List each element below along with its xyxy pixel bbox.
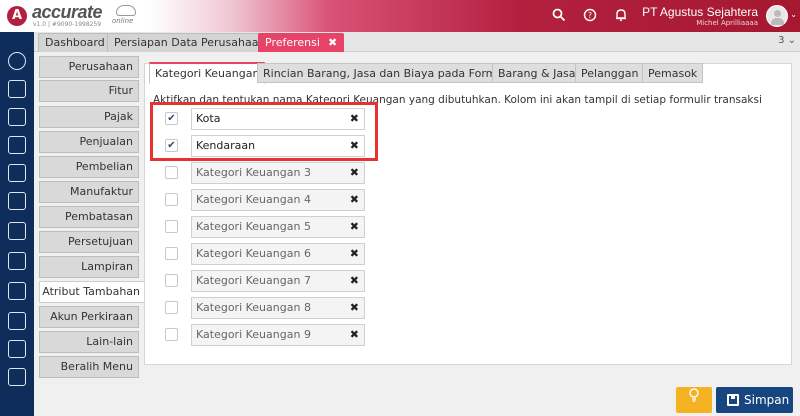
- category-checkbox[interactable]: [165, 274, 178, 287]
- sidebar-item-penjualan[interactable]: Penjualan: [39, 131, 139, 153]
- logo-mark: A: [7, 6, 27, 26]
- help-icon[interactable]: ?: [582, 8, 598, 24]
- sidebar-item-atribut-tambahan[interactable]: Atribut Tambahan: [39, 281, 146, 303]
- category-checkbox[interactable]: [165, 247, 178, 260]
- clear-icon[interactable]: ✖: [350, 325, 359, 345]
- category-checkbox[interactable]: [165, 328, 178, 341]
- settings-doc-icon[interactable]: [8, 368, 26, 386]
- tab-label: Persiapan Data Perusahaan: [114, 36, 266, 49]
- sidebar-item-perusahaan[interactable]: Perusahaan: [39, 56, 139, 78]
- building-icon[interactable]: [8, 108, 26, 126]
- tab-barang-jasa[interactable]: Barang & Jasa: [492, 63, 582, 83]
- company-name[interactable]: PT Agustus Sejahtera: [642, 5, 758, 19]
- version-text: v1.0 | #9090-1998259: [33, 21, 102, 28]
- category-checkbox[interactable]: [165, 220, 178, 233]
- warehouse-icon[interactable]: [8, 164, 26, 182]
- bank-icon[interactable]: [8, 80, 26, 98]
- tab-preferensi[interactable]: Preferensi ✖: [258, 33, 345, 52]
- sidebar-item-lampiran[interactable]: Lampiran: [39, 256, 139, 278]
- list-item: Kategori Keuangan 8 ✖: [153, 297, 383, 319]
- clear-icon[interactable]: ✖: [350, 298, 359, 318]
- sidebar-item-akun-perkiraan[interactable]: Akun Perkiraan: [39, 306, 139, 328]
- tab-rincian-barang[interactable]: Rincian Barang, Jasa dan Biaya pada Form…: [257, 63, 520, 83]
- sidebar-item-manufaktur[interactable]: Manufaktur: [39, 181, 139, 203]
- icon-sidebar: [0, 32, 34, 416]
- field-value: Kategori Keuangan 9: [196, 328, 311, 341]
- report-icon[interactable]: [8, 340, 26, 358]
- truck-icon[interactable]: [8, 312, 26, 330]
- gear-icon[interactable]: [8, 52, 26, 70]
- tab-persiapan-data[interactable]: Persiapan Data Perusahaan: [107, 33, 273, 52]
- avatar[interactable]: [766, 5, 788, 27]
- tab-pelanggan[interactable]: Pelanggan: [575, 63, 645, 83]
- clear-icon[interactable]: ✖: [350, 190, 359, 210]
- category-name-field[interactable]: Kategori Keuangan 7 ✖: [191, 270, 365, 292]
- category-name-field[interactable]: Kategori Keuangan 5 ✖: [191, 216, 365, 238]
- category-name-field[interactable]: Kategori Keuangan 9 ✖: [191, 324, 365, 346]
- list-item: Kategori Keuangan 9 ✖: [153, 324, 383, 346]
- list-item: Kategori Keuangan 4 ✖: [153, 189, 383, 211]
- app-header: A accurate online v1.0 | #9090-1998259 ?…: [0, 0, 800, 32]
- chevron-down-icon[interactable]: ⌄: [790, 10, 797, 19]
- list-item: Kategori Keuangan 7 ✖: [153, 270, 383, 292]
- save-button[interactable]: Simpan: [716, 387, 793, 413]
- user-name: Michel Aprilliaaaa: [696, 19, 758, 27]
- list-item: Kategori Keuangan 6 ✖: [153, 243, 383, 265]
- sidebar-item-persetujuan[interactable]: Persetujuan: [39, 231, 139, 253]
- logo-sub: online: [112, 17, 134, 25]
- save-label: Simpan: [744, 393, 790, 407]
- tab-label: Preferensi: [265, 36, 320, 49]
- tips-button[interactable]: [676, 387, 712, 413]
- category-name-field[interactable]: Kategori Keuangan 8 ✖: [191, 297, 365, 319]
- tab-label: Dashboard: [45, 36, 105, 49]
- tab-dashboard[interactable]: Dashboard: [38, 33, 112, 52]
- content-area: Perusahaan Fitur Pajak Penjualan Pembeli…: [34, 52, 800, 416]
- clear-icon[interactable]: ✖: [350, 217, 359, 237]
- field-value: Kategori Keuangan 4: [196, 193, 311, 206]
- tab-count[interactable]: 3 ⌄: [778, 35, 796, 46]
- field-value: Kategori Keuangan 5: [196, 220, 311, 233]
- list-item: Kategori Keuangan 3 ✖: [153, 162, 383, 184]
- list-item: Kategori Keuangan 5 ✖: [153, 216, 383, 238]
- save-icon: [727, 394, 739, 406]
- field-value: Kategori Keuangan 7: [196, 274, 311, 287]
- sidebar-item-pembelian[interactable]: Pembelian: [39, 156, 139, 178]
- close-icon[interactable]: ✖: [328, 36, 337, 49]
- logo-text: accurate: [32, 2, 103, 22]
- bag-icon[interactable]: [8, 192, 26, 210]
- tab-kategori-keuangan[interactable]: Kategori Keuangan: [149, 62, 266, 84]
- cloud-icon: [116, 5, 136, 16]
- category-checkbox[interactable]: [165, 166, 178, 179]
- cart-icon[interactable]: [8, 222, 26, 240]
- category-name-field[interactable]: Kategori Keuangan 3 ✖: [191, 162, 365, 184]
- field-value: Kategori Keuangan 8: [196, 301, 311, 314]
- factory-icon[interactable]: [8, 282, 26, 300]
- lightbulb-icon: [689, 388, 699, 402]
- category-checkbox[interactable]: [165, 301, 178, 314]
- svg-text:?: ?: [588, 11, 592, 20]
- highlight-box: [150, 102, 378, 161]
- category-checkbox[interactable]: [165, 193, 178, 206]
- field-value: Kategori Keuangan 3: [196, 166, 311, 179]
- sidebar-item-fitur[interactable]: Fitur: [39, 80, 139, 102]
- search-icon[interactable]: [551, 8, 567, 24]
- field-value: Kategori Keuangan 6: [196, 247, 311, 260]
- sidebar-item-pembatasan[interactable]: Pembatasan: [39, 206, 139, 228]
- clear-icon[interactable]: ✖: [350, 271, 359, 291]
- sidebar-item-pajak[interactable]: Pajak: [39, 106, 139, 128]
- category-name-field[interactable]: Kategori Keuangan 6 ✖: [191, 243, 365, 265]
- top-tab-bar: Dashboard Persiapan Data Perusahaan Pref…: [34, 32, 800, 52]
- trolley-icon[interactable]: [8, 252, 26, 270]
- clear-icon[interactable]: ✖: [350, 244, 359, 264]
- tab-pemasok[interactable]: Pemasok: [642, 63, 704, 83]
- sidebar-item-beralih-menu[interactable]: Beralih Menu: [39, 356, 139, 378]
- bell-icon[interactable]: [613, 8, 629, 24]
- clear-icon[interactable]: ✖: [350, 163, 359, 183]
- category-name-field[interactable]: Kategori Keuangan 4 ✖: [191, 189, 365, 211]
- document-icon[interactable]: [8, 136, 26, 154]
- sidebar-item-lain-lain[interactable]: Lain-lain: [39, 331, 139, 353]
